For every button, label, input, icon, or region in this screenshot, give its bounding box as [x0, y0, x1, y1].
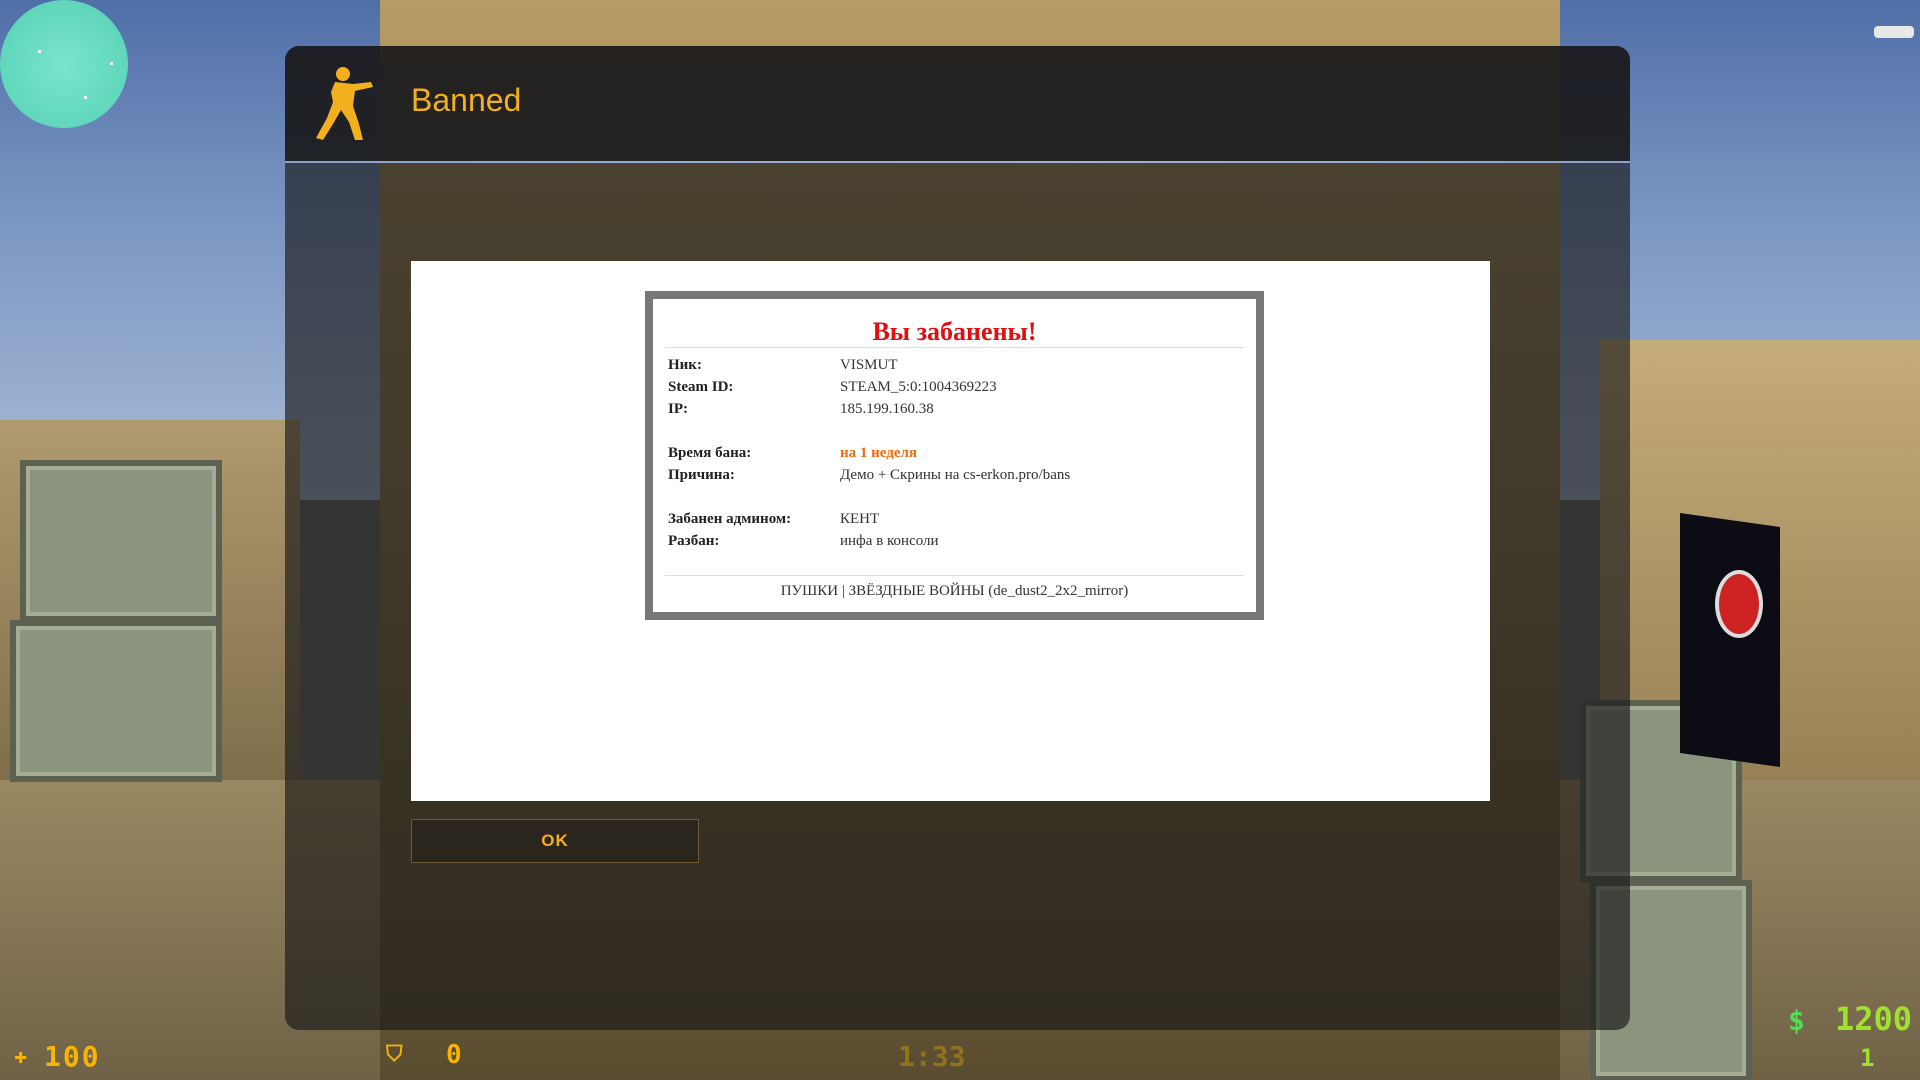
duration-label: Время бана: [668, 445, 752, 461]
unban-value: инфа в консоли [840, 533, 939, 549]
ban-heading: Вы забанены! [872, 317, 1037, 346]
counter-strike-logo-icon [1715, 570, 1763, 638]
nick-label: Ник: [668, 357, 702, 373]
round-timer: 1:33 [898, 1040, 966, 1073]
armor-shield-icon: ⛉ [386, 1042, 403, 1067]
radar-dot [84, 96, 87, 99]
radar-dot [110, 62, 113, 65]
dialog-titlebar: Banned [285, 46, 1630, 162]
ip-label: IP: [668, 401, 688, 417]
admin-value: КЕНТ [840, 511, 880, 527]
banned-dialog: Banned Вы забанены! Ник: VISMUT Steam ID… [285, 46, 1630, 1030]
counter-strike-poster [1680, 512, 1780, 768]
reason-value: Демо + Скрины на cs-erkon.pro/bans [840, 467, 1071, 483]
reason-label: Причина: [668, 467, 735, 483]
unban-label: Разбан: [668, 533, 720, 549]
health-value: 100 [44, 1040, 101, 1073]
ok-button[interactable]: OK [411, 819, 699, 863]
server-footer: ПУШКИ | ЗВЁЗДНЫЕ ВОЙНЫ (de_dust2_2x2_mir… [780, 583, 1129, 599]
title-separator [285, 161, 1630, 163]
nick-value: VISMUT [840, 357, 898, 373]
ban-content-panel: Вы забанены! Ник: VISMUT Steam ID: STEAM… [411, 261, 1490, 801]
counter-terrorist-silhouette-icon [316, 67, 373, 140]
divider [665, 347, 1244, 348]
ammo-value: 1 [1860, 1044, 1875, 1072]
crate [20, 460, 222, 622]
money-value: 1200 [1835, 1000, 1913, 1038]
money-symbol: $ [1788, 1004, 1805, 1037]
armor-value: 0 [446, 1040, 462, 1070]
ban-info-box: Вы забанены! Ник: VISMUT Steam ID: STEAM… [645, 291, 1264, 620]
dialog-title: Banned [411, 82, 522, 118]
steamid-value: STEAM_5:0:1004369223 [840, 379, 997, 395]
ip-value: 185.199.160.38 [840, 401, 934, 417]
radar-dot [38, 50, 41, 53]
crate [10, 620, 222, 782]
divider [665, 575, 1244, 576]
menu-indicator-icon [1874, 26, 1914, 38]
admin-label: Забанен админом: [668, 511, 792, 527]
duration-value: на 1 неделя [840, 445, 918, 461]
steamid-label: Steam ID: [668, 379, 734, 395]
radar [0, 0, 128, 128]
health-cross-icon: ✚ [14, 1044, 28, 1069]
